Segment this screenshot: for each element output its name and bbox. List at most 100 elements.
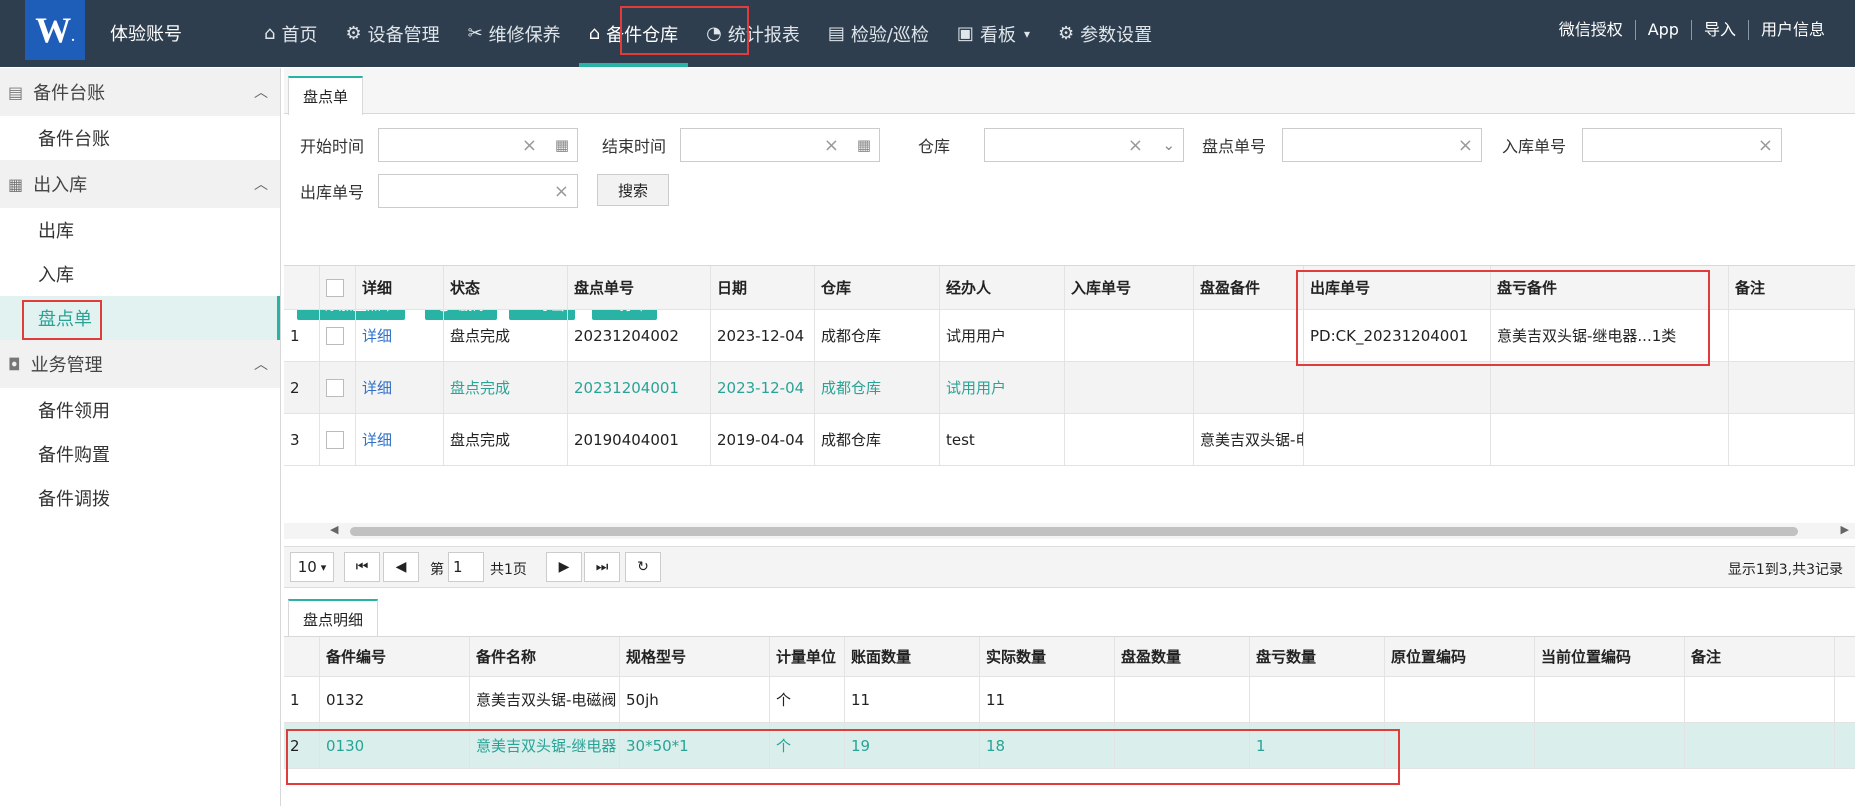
table-row[interactable]: 3 详细 盘点完成 20190404001 2019-04-04 成都仓库 test 意美吉双… <box>284 414 1855 466</box>
table-cell: 盘点完成 <box>444 362 568 413</box>
row-checkbox[interactable] <box>326 378 344 397</box>
table-cell <box>1729 414 1855 465</box>
table-cell: 成都仓库 <box>815 310 940 361</box>
nav-settings[interactable]: ⚙ 参数设置 <box>1044 0 1166 67</box>
sidebar-item-ledger[interactable]: 备件台账 <box>0 116 280 160</box>
table-cell: 2 <box>284 723 320 768</box>
clipboard-icon: ▤ <box>8 82 24 102</box>
user-info-link[interactable]: 用户信息 <box>1747 20 1837 40</box>
nav-label: 检验/巡检 <box>850 24 929 46</box>
page-input[interactable]: 1 <box>448 552 484 582</box>
refresh-icon: ↻ <box>637 559 649 575</box>
col-surplus: 盘盈备件 <box>1194 266 1304 309</box>
in-no-input[interactable]: × <box>1582 128 1783 162</box>
table-cell <box>1729 310 1855 361</box>
table-cell <box>1685 723 1835 768</box>
end-time-input[interactable]: × ▦ <box>680 128 881 162</box>
nav-reports[interactable]: ◔ 统计报表 <box>692 0 814 67</box>
nav-maintenance[interactable]: ✂ 维修保养 <box>454 0 575 67</box>
pager: 10 ▾ ⏮ ◀ 第 1 共1页 ▶ ⏭ ↻ 显示1到3,共3记录 <box>284 546 1855 588</box>
sidebar-group-inout[interactable]: ▦ 出入库 ︿ <box>0 160 280 208</box>
filter-label: 出库单号 <box>300 183 365 202</box>
detail-link[interactable]: 详细 <box>356 362 444 413</box>
scroll-thumb[interactable] <box>350 527 1798 536</box>
grid-header: 详细 状态 盘点单号 日期 仓库 经办人 入库单号 盘盈备件 出库单号 盘亏备件… <box>284 266 1855 310</box>
table-row[interactable]: 2 0130 意美吉双头锯-继电器 30*50*1 个 19 18 1 <box>284 723 1855 769</box>
nav-dashboard[interactable]: ▣ 看板 ▾ <box>943 0 1044 67</box>
select-all-checkbox[interactable] <box>320 266 356 309</box>
sidebar-item-purchase[interactable]: 备件购置 <box>0 432 280 476</box>
col-out-no: 出库单号 <box>1304 266 1491 309</box>
clear-icon[interactable]: × <box>1458 135 1473 156</box>
table-row[interactable]: 2 详细 盘点完成 20231204001 2023-12-04 成都仓库 试用用户 <box>284 362 1855 414</box>
refresh-button[interactable]: ↻ <box>625 552 661 582</box>
checkbox[interactable] <box>326 278 344 297</box>
clear-icon[interactable]: × <box>522 135 537 156</box>
tab-stocktake-detail[interactable]: 盘点明细 <box>288 599 379 638</box>
next-page-button[interactable]: ▶ <box>546 552 582 582</box>
scroll-left-icon[interactable]: ◀ <box>330 523 338 536</box>
col-shortage: 盘亏备件 <box>1491 266 1729 309</box>
clear-icon[interactable]: × <box>554 181 569 202</box>
filter-check-no: 盘点单号 × <box>1202 128 1483 162</box>
table-cell <box>1115 677 1250 722</box>
group-label: 业务管理 <box>30 355 103 376</box>
row-checkbox[interactable] <box>326 326 344 345</box>
chevron-up-icon: ︿ <box>254 357 268 373</box>
table-cell: 3 <box>284 414 320 465</box>
chevron-down-icon[interactable]: ⌄ <box>1162 136 1175 154</box>
wechat-auth-link[interactable]: 微信授权 <box>1547 20 1635 40</box>
nav-home[interactable]: ⌂ 首页 <box>250 0 331 67</box>
search-button[interactable]: 搜索 <box>597 174 669 206</box>
detail-link[interactable]: 详细 <box>356 310 444 361</box>
page-size-select[interactable]: 10 ▾ <box>290 552 334 582</box>
warehouse-icon: ⌂ <box>588 23 601 44</box>
table-cell: 意美吉双头锯-继电器...1类 <box>1491 310 1729 361</box>
row-checkbox[interactable] <box>326 430 344 449</box>
table-row[interactable]: 1 0132 意美吉双头锯-电磁阀 50jh 个 11 11 <box>284 677 1855 723</box>
calendar-icon[interactable]: ▦ <box>857 136 871 154</box>
main-panel: 盘点单 开始时间 × ▦ 结束时间 × ▦ 仓库 × ⌄ 盘点单号 × 入库单号 × … <box>284 68 1855 806</box>
first-page-button[interactable]: ⏮ <box>344 552 380 582</box>
sidebar-item-transfer[interactable]: 备件调拨 <box>0 476 280 520</box>
scroll-right-icon[interactable]: ▶ <box>1841 523 1849 536</box>
sidebar-item-stocktake[interactable]: 盘点单 <box>0 296 280 340</box>
calendar-icon[interactable]: ▦ <box>555 136 569 154</box>
sidebar-item-requisition[interactable]: 备件领用 <box>0 388 280 432</box>
nav-label: 维修保养 <box>488 24 561 46</box>
horizontal-scrollbar[interactable]: ◀ ▶ <box>284 523 1855 539</box>
sidebar-group-business[interactable]: ◘ 业务管理 ︿ <box>0 340 280 388</box>
table-cell: 意美吉双头锯-电磁阀 <box>470 677 620 722</box>
table-cell <box>1065 362 1194 413</box>
out-no-input[interactable]: × <box>378 174 579 208</box>
sidebar: ▤ 备件台账 ︿ 备件台账 ▦ 出入库 ︿ 出库 入库 盘点单 ◘ 业务管理 ︿ 备件领用 … <box>0 68 281 806</box>
import-link[interactable]: 导入 <box>1690 20 1748 40</box>
detail-grid: 备件编号 备件名称 规格型号 计量单位 账面数量 实际数量 盘盈数量 盘亏数量 … <box>284 636 1855 806</box>
checkbox-cell <box>320 414 356 465</box>
detail-link[interactable]: 详细 <box>356 414 444 465</box>
nav-equipment[interactable]: ⚙ 设备管理 <box>331 0 453 67</box>
check-no-input[interactable]: × <box>1282 128 1483 162</box>
table-row[interactable]: 1 详细 盘点完成 20231204002 2023-12-04 成都仓库 试用用户 PD:C… <box>284 310 1855 362</box>
tab-stocktake[interactable]: 盘点单 <box>288 76 364 115</box>
home-icon: ⌂ <box>264 23 276 44</box>
clear-icon[interactable]: × <box>1758 135 1773 156</box>
app-link[interactable]: App <box>1634 20 1691 40</box>
table-cell <box>1250 677 1385 722</box>
table-cell: 20231204001 <box>568 362 711 413</box>
col-date: 日期 <box>711 266 815 309</box>
col-part-no: 备件编号 <box>320 637 470 676</box>
sidebar-item-outbound[interactable]: 出库 <box>0 208 280 252</box>
sidebar-item-inbound[interactable]: 入库 <box>0 252 280 296</box>
last-page-button[interactable]: ⏭ <box>584 552 620 582</box>
clear-icon[interactable]: × <box>1128 135 1143 156</box>
prev-page-button[interactable]: ◀ <box>383 552 419 582</box>
table-cell <box>1491 362 1729 413</box>
warehouse-select[interactable]: × ⌄ <box>984 128 1185 162</box>
clear-icon[interactable]: × <box>824 135 839 156</box>
start-time-input[interactable]: × ▦ <box>378 128 579 162</box>
nav-spare-warehouse[interactable]: ⌂ 备件仓库 <box>575 0 692 67</box>
table-cell: 0132 <box>320 677 470 722</box>
nav-inspection[interactable]: ▤ 检验/巡检 <box>814 0 943 67</box>
sidebar-group-ledger[interactable]: ▤ 备件台账 ︿ <box>0 68 280 116</box>
